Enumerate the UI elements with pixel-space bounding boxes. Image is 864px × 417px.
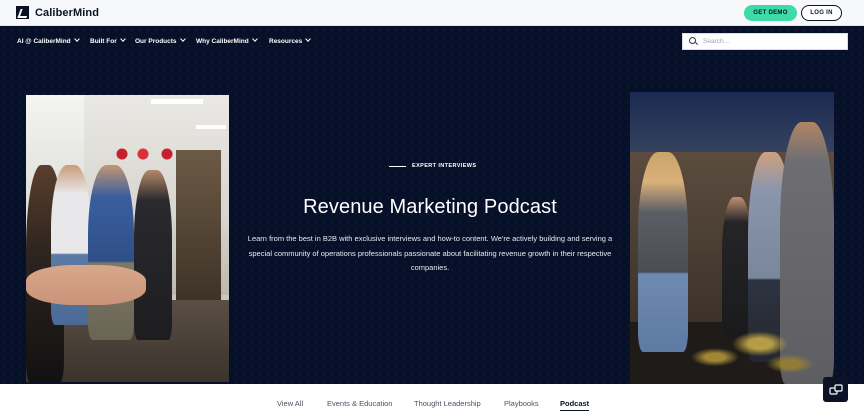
logo-icon [16, 6, 29, 19]
eyebrow-label: EXPERT INTERVIEWS [412, 163, 477, 169]
nav-item-label: Built For [90, 38, 117, 45]
get-demo-button[interactable]: GET DEMO [744, 5, 797, 21]
nav-item-ai[interactable]: AI @ CaliberMind [17, 36, 80, 45]
category-tabs: View All Events & Education Thought Lead… [0, 384, 864, 417]
search-input[interactable] [703, 34, 843, 49]
tab-view-all[interactable]: View All [277, 399, 303, 408]
brand-logo[interactable]: CaliberMind [16, 6, 99, 19]
search-icon[interactable] [688, 36, 700, 48]
nav-item-built-for[interactable]: Built For [90, 36, 126, 45]
chat-button[interactable] [823, 377, 848, 402]
page-title: Revenue Marketing Podcast [303, 196, 557, 218]
hero-eyebrow: EXPERT INTERVIEWS [389, 163, 476, 169]
chevron-down-icon [179, 36, 186, 42]
nav-item-resources[interactable]: Resources [269, 36, 312, 45]
login-button[interactable]: LOG IN [801, 5, 842, 21]
podcast-event-photo [630, 92, 834, 384]
eyebrow-divider [389, 165, 406, 167]
nav-item-our-products[interactable]: Our Products [135, 36, 186, 45]
nav-item-label: Resources [269, 38, 303, 45]
tab-playbooks[interactable]: Playbooks [504, 399, 539, 408]
tab-events-education[interactable]: Events & Education [327, 399, 392, 408]
top-bar: CaliberMind GET DEMO LOG IN [0, 0, 864, 26]
podcast-panel-photo [26, 95, 229, 382]
nav-item-label: Why CaliberMind [196, 38, 249, 45]
tab-podcast[interactable]: Podcast [560, 399, 590, 411]
brand-name: CaliberMind [35, 6, 100, 19]
nav-item-label: AI @ CaliberMind [17, 38, 71, 45]
tab-thought-leadership[interactable]: Thought Leadership [414, 399, 481, 408]
nav-item-why-calibermind[interactable]: Why CaliberMind [196, 36, 258, 45]
chat-icon [828, 383, 843, 395]
chevron-down-icon [119, 36, 126, 42]
nav-item-label: Our Products [135, 38, 177, 45]
chevron-down-icon [305, 36, 312, 42]
hero-description: Learn from the best in B2B with exclusiv… [247, 234, 613, 272]
chevron-down-icon [251, 36, 258, 42]
chevron-down-icon [73, 36, 80, 42]
search-box[interactable] [682, 33, 848, 50]
